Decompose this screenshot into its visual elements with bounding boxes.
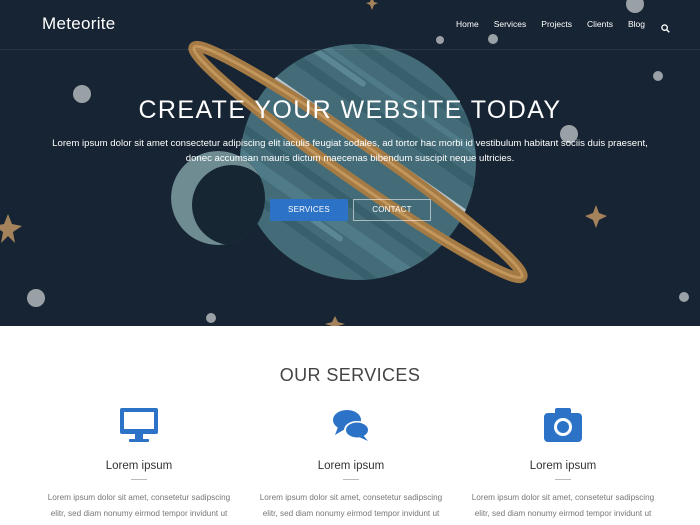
service-name: Lorem ipsum <box>529 460 597 472</box>
service-description: Lorem ipsum dolor sit amet, consetetur s… <box>471 493 655 518</box>
hero-section: Meteorite Home Services Projects Clients… <box>0 0 700 326</box>
contact-button[interactable]: CONTACT <box>353 199 431 221</box>
nav-link-home[interactable]: Home <box>456 19 479 29</box>
nav-link-projects[interactable]: Projects <box>541 19 572 29</box>
services-button[interactable]: SERVICES <box>270 199 348 221</box>
service-name: Lorem ipsum <box>105 460 173 472</box>
service-name: Lorem ipsum <box>317 460 385 472</box>
service-card: Lorem ipsum Lorem ipsum dolor sit amet, … <box>463 405 663 521</box>
service-divider <box>343 479 359 480</box>
search-icon[interactable] <box>661 20 670 33</box>
brand-logo[interactable]: Meteorite <box>42 14 116 34</box>
monitor-icon <box>118 405 160 445</box>
nav-link-clients[interactable]: Clients <box>587 19 613 29</box>
navbar: Meteorite Home Services Projects Clients… <box>0 0 700 50</box>
service-divider <box>555 479 571 480</box>
nav-link-services[interactable]: Services <box>494 19 527 29</box>
service-description: Lorem ipsum dolor sit amet, consetetur s… <box>47 493 231 518</box>
hero-description: Lorem ipsum dolor sit amet consectetur a… <box>52 138 648 164</box>
nav-link-blog[interactable]: Blog <box>628 19 645 29</box>
service-card: Lorem ipsum Lorem ipsum dolor sit amet, … <box>39 405 239 521</box>
service-card: Lorem ipsum Lorem ipsum dolor sit amet, … <box>251 405 451 521</box>
services-title: OUR SERVICES <box>279 365 421 385</box>
chat-bubbles-icon <box>330 405 372 445</box>
camera-icon <box>542 405 584 445</box>
nav-links: Home Services Projects Clients Blog <box>441 19 670 33</box>
service-divider <box>131 479 147 480</box>
hero-title: CREATE YOUR WEBSITE TODAY <box>138 96 562 124</box>
service-description: Lorem ipsum dolor sit amet, consetetur s… <box>259 493 443 518</box>
